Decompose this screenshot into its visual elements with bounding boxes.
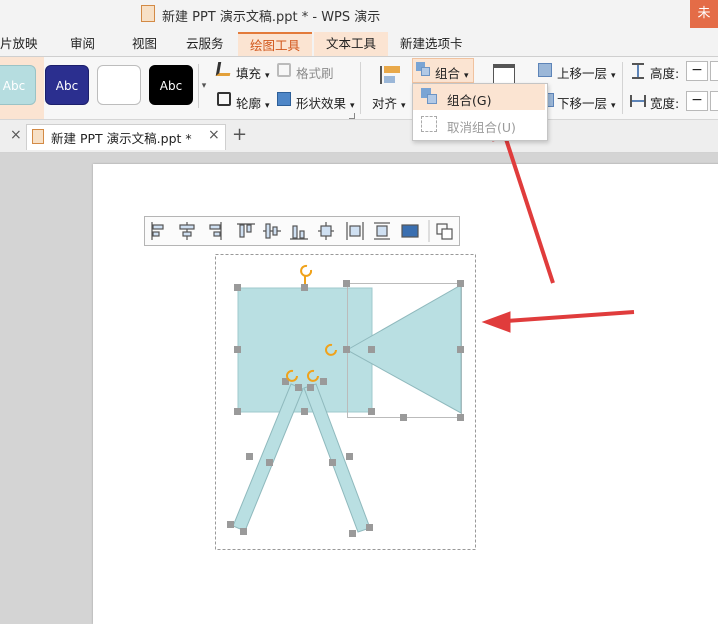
group-menu-icon <box>421 88 437 104</box>
annotation-arrows <box>481 112 635 333</box>
shape-layer <box>215 112 635 550</box>
menu-item-ungroup[interactable]: 取消组合(U) <box>447 117 516 136</box>
ungroup-menu-icon <box>421 116 437 132</box>
menu-item-group-label: 组合(G) <box>447 93 492 108</box>
